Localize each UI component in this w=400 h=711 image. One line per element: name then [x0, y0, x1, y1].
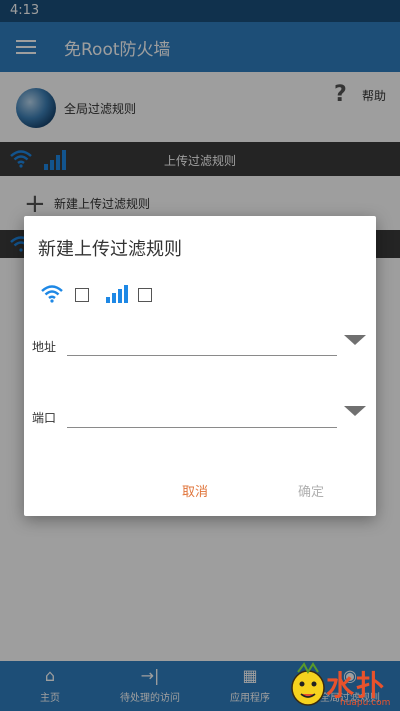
dialog-title: 新建上传过滤规则	[38, 239, 182, 260]
port-field[interactable]	[67, 427, 337, 428]
address-label: 地址	[32, 340, 57, 354]
cellular-checkbox[interactable]	[138, 288, 152, 302]
watermark-logo: 水扑 huapu.com	[288, 660, 400, 711]
port-dropdown-arrow-icon[interactable]	[344, 406, 366, 416]
wifi-checkbox[interactable]	[75, 288, 89, 302]
port-label: 端口	[32, 411, 57, 425]
address-field[interactable]	[67, 355, 337, 356]
cancel-button[interactable]: 取消	[182, 481, 208, 500]
watermark-url: huapu.com	[340, 698, 391, 708]
new-rule-dialog: 新建上传过滤规则 地址 端口 取消 确定	[24, 216, 376, 516]
mascot-icon	[291, 662, 325, 706]
address-dropdown-arrow-icon[interactable]	[344, 335, 366, 345]
ok-button[interactable]: 确定	[298, 481, 324, 500]
wifi-icon	[41, 285, 63, 303]
cellular-signal-icon	[106, 285, 128, 303]
